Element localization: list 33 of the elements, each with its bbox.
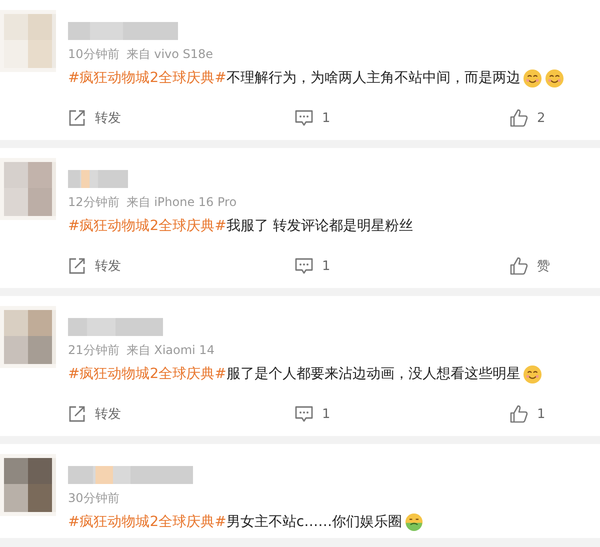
repost-button[interactable]: 转发 (68, 257, 121, 275)
post-source: 来自 vivo S18e (126, 46, 214, 62)
comment-text: #疯狂动物城2全球庆典#男女主不站c……你们娱乐圈 (68, 513, 402, 532)
post-time: 21分钟前 (68, 342, 120, 358)
comment-button[interactable]: 1 (295, 406, 330, 422)
sick-face-icon (405, 513, 424, 531)
post-time: 10分钟前 (68, 46, 120, 62)
post-time: 30分钟前 (68, 490, 120, 506)
comment-button[interactable]: 1 (295, 258, 330, 274)
post-source: 来自 iPhone 16 Pro (126, 194, 237, 210)
smiley-icon (523, 364, 542, 384)
like-button[interactable]: 1 (510, 405, 546, 423)
comment-icon (295, 110, 313, 126)
thumbs-up-icon (510, 405, 528, 423)
comment-text: #疯狂动物城2全球庆典#服了是个人都要来沾边动画，没人想看这些明星 (68, 365, 520, 384)
smiley-icon (523, 68, 542, 88)
comment-text: #疯狂动物城2全球庆典#不理解行为，为啥两人主角不站中间，而是两边 (68, 69, 520, 88)
thumbs-up-icon (510, 109, 528, 127)
post-source: 来自 Xiaomi 14 (126, 342, 214, 358)
share-icon (68, 109, 86, 127)
share-icon (68, 257, 86, 275)
repost-button[interactable]: 转发 (68, 109, 121, 127)
comment-text: #疯狂动物城2全球庆典#我服了 转发评论都是明星粉丝 (68, 217, 413, 236)
comment-button[interactable]: 1 (295, 110, 330, 126)
comment-icon (295, 258, 313, 274)
smiley-icon (545, 68, 564, 88)
post-time: 12分钟前 (68, 194, 120, 210)
share-icon (68, 405, 86, 423)
comment-icon (295, 406, 313, 422)
thumbs-up-icon (510, 257, 528, 275)
like-button[interactable]: 赞 (510, 257, 550, 275)
repost-button[interactable]: 转发 (68, 405, 121, 423)
like-button[interactable]: 2 (510, 109, 546, 127)
